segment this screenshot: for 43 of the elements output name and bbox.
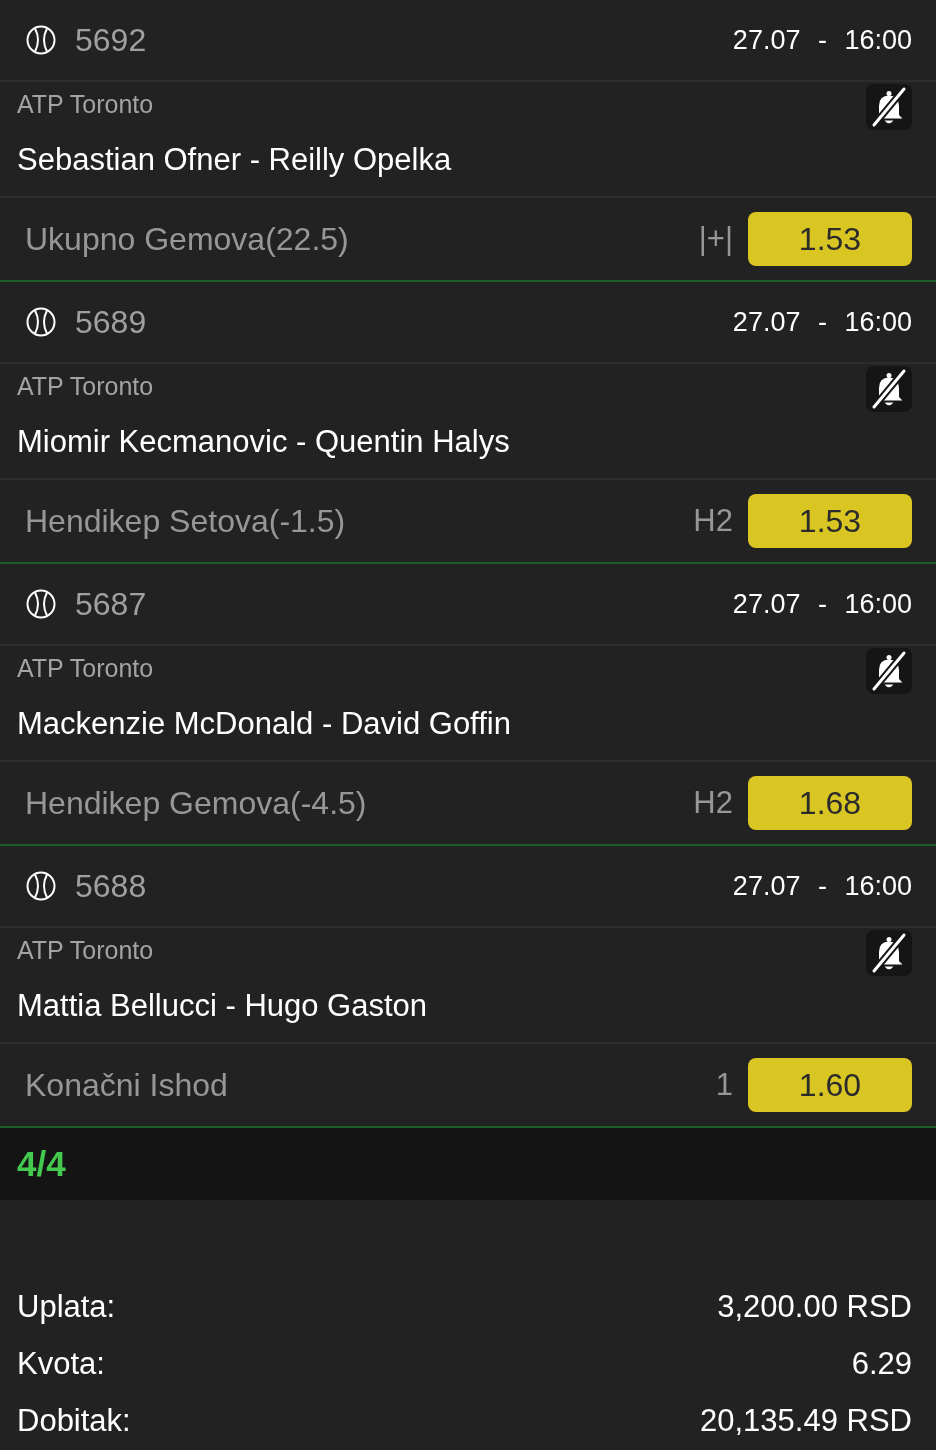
ticket-count: 4/4 (17, 1144, 66, 1184)
event-datetime: 27.07 - 16:00 (732, 870, 912, 902)
bell-slash-icon[interactable] (866, 84, 912, 130)
summary-value: 20,135.49 RSD (700, 1402, 912, 1439)
bell-slash-icon[interactable] (866, 930, 912, 976)
league-name: ATP Toronto (17, 371, 154, 402)
league-name: ATP Toronto (17, 653, 154, 684)
event-number: 5687 (75, 585, 147, 623)
summary-value: 3,200.00 RSD (717, 1288, 912, 1325)
bell-slash-icon[interactable] (866, 648, 912, 694)
league-name: ATP Toronto (17, 89, 154, 120)
event-number: 5689 (75, 303, 147, 341)
tennis-ball-icon (26, 25, 56, 55)
league-name: ATP Toronto (17, 935, 154, 966)
tennis-ball-icon (26, 307, 56, 337)
match-name: Sebastian Ofner - Reilly Opelka (17, 141, 453, 179)
summary-label: Kvota: (17, 1345, 105, 1382)
pick-label: H2 (693, 503, 733, 539)
market-name: Hendikep Setova(-1.5) (25, 502, 346, 540)
summary-label: Dobitak: (17, 1402, 131, 1439)
event-number: 5692 (75, 21, 147, 59)
summary-value: 6.29 (851, 1345, 912, 1382)
tennis-ball-icon (26, 589, 56, 619)
summary-label: Uplata: (17, 1288, 116, 1325)
tennis-ball-icon (26, 871, 56, 901)
event-datetime: 27.07 - 16:00 (732, 24, 912, 56)
match-name: Miomir Kecmanovic - Quentin Halys (17, 423, 511, 461)
odds-button[interactable]: 1.53 (748, 494, 912, 548)
market-name: Ukupno Gemova(22.5) (25, 220, 349, 258)
pick-label: 1 (715, 1067, 733, 1103)
match-name: Mackenzie McDonald - David Goffin (17, 705, 512, 743)
match-name: Mattia Bellucci - Hugo Gaston (17, 987, 429, 1025)
event-number: 5688 (75, 867, 147, 905)
pick-label: |+| (698, 221, 733, 257)
odds-button[interactable]: 1.68 (748, 776, 912, 830)
odds-button[interactable]: 1.60 (748, 1058, 912, 1112)
pick-label: H2 (693, 785, 733, 821)
bell-slash-icon[interactable] (866, 366, 912, 412)
event-datetime: 27.07 - 16:00 (732, 306, 912, 338)
market-name: Hendikep Gemova(-4.5) (25, 784, 367, 822)
market-name: Konačni Ishod (25, 1066, 228, 1104)
odds-button[interactable]: 1.53 (748, 212, 912, 266)
event-datetime: 27.07 - 16:00 (732, 588, 912, 620)
